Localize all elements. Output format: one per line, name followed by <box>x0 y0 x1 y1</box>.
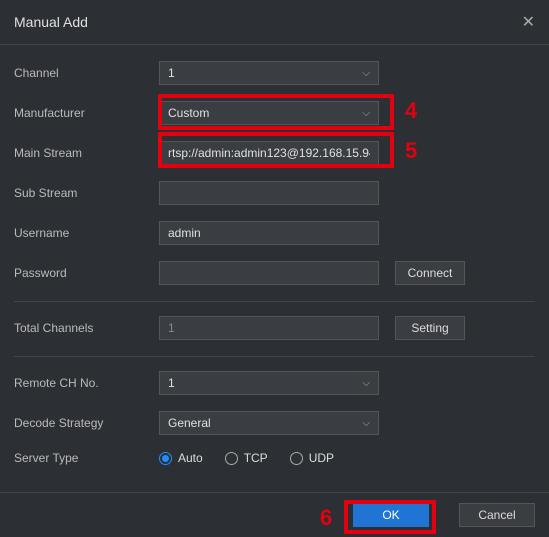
manufacturer-value: Custom <box>168 106 209 120</box>
radio-label-auto: Auto <box>178 451 203 465</box>
remote-ch-no-dropdown[interactable]: 1 ⌵ <box>159 371 379 395</box>
close-icon[interactable]: ✕ <box>522 12 535 32</box>
form-area: Channel 1 ⌵ Manufacturer Custom ⌵ Main S… <box>0 45 549 501</box>
radio-icon <box>225 452 238 465</box>
manufacturer-dropdown[interactable]: Custom ⌵ <box>159 101 379 125</box>
username-input[interactable] <box>159 221 379 245</box>
sub-stream-input[interactable] <box>159 181 379 205</box>
decode-strategy-dropdown[interactable]: General ⌵ <box>159 411 379 435</box>
divider <box>14 356 535 357</box>
dialog-title: Manual Add <box>14 14 88 30</box>
dialog-footer: OK Cancel <box>0 492 549 537</box>
username-label: Username <box>14 226 159 240</box>
chevron-down-icon: ⌵ <box>362 108 370 119</box>
chevron-down-icon: ⌵ <box>362 68 370 79</box>
remote-ch-no-value: 1 <box>168 376 175 390</box>
total-channels-label: Total Channels <box>14 321 159 335</box>
server-type-tcp-radio[interactable]: TCP <box>225 451 268 465</box>
manufacturer-label: Manufacturer <box>14 106 159 120</box>
server-type-auto-radio[interactable]: Auto <box>159 451 203 465</box>
channel-value: 1 <box>168 66 175 80</box>
remote-ch-no-label: Remote CH No. <box>14 376 159 390</box>
decode-strategy-label: Decode Strategy <box>14 416 159 430</box>
chevron-down-icon: ⌵ <box>362 378 370 389</box>
radio-icon <box>290 452 303 465</box>
radio-label-udp: UDP <box>309 451 334 465</box>
password-label: Password <box>14 266 159 280</box>
server-type-label: Server Type <box>14 451 159 465</box>
main-stream-label: Main Stream <box>14 146 159 160</box>
divider <box>14 301 535 302</box>
server-type-radio-group: Auto TCP UDP <box>159 451 334 465</box>
password-input[interactable] <box>159 261 379 285</box>
channel-dropdown[interactable]: 1 ⌵ <box>159 61 379 85</box>
chevron-down-icon: ⌵ <box>362 418 370 429</box>
connect-button[interactable]: Connect <box>395 261 465 285</box>
dialog-header: Manual Add ✕ <box>0 0 549 45</box>
radio-icon <box>159 452 172 465</box>
sub-stream-label: Sub Stream <box>14 186 159 200</box>
cancel-button[interactable]: Cancel <box>459 503 535 527</box>
main-stream-input[interactable] <box>159 141 379 165</box>
setting-button[interactable]: Setting <box>395 316 465 340</box>
decode-strategy-value: General <box>168 416 211 430</box>
ok-button[interactable]: OK <box>353 503 429 527</box>
total-channels-input <box>159 316 379 340</box>
radio-label-tcp: TCP <box>244 451 268 465</box>
server-type-udp-radio[interactable]: UDP <box>290 451 334 465</box>
channel-label: Channel <box>14 66 159 80</box>
